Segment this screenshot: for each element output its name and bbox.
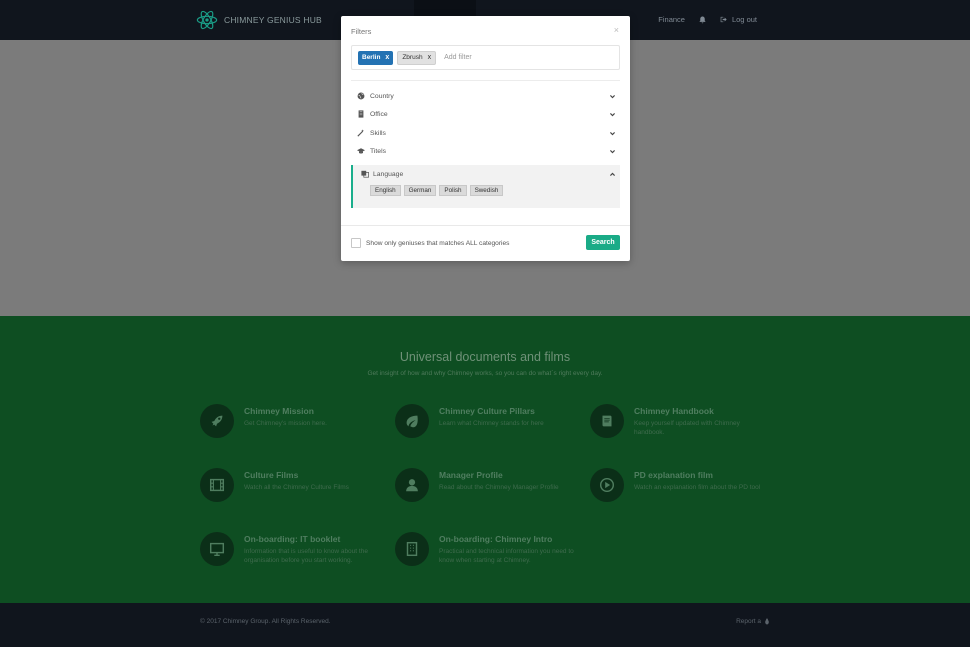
resources-title: Universal documents and films — [399, 350, 571, 364]
match-all-label: Show only geniuses that matches ALL cate… — [366, 239, 510, 247]
category-label: Titels — [370, 147, 386, 155]
modal-title: Filters — [351, 27, 372, 36]
card-desc: Watch an explanation film about the PD t… — [634, 484, 761, 491]
filter-category-country[interactable]: Country — [357, 90, 616, 102]
logout-icon — [720, 16, 727, 23]
remove-tag-icon[interactable]: x — [385, 54, 389, 61]
card-desc: Practical and technical information you … — [439, 548, 574, 564]
filter-category-office[interactable]: Office — [357, 108, 616, 120]
language-icon — [361, 170, 369, 178]
brand-name: CHIMNEY GENIUS HUB — [224, 15, 322, 25]
report-bug-link[interactable]: Report a — [736, 618, 770, 625]
card-title: Chimney Handbook — [634, 406, 714, 416]
monitor-icon — [200, 532, 234, 566]
chevron-down-icon — [610, 149, 615, 153]
tag-label: Berlin — [362, 54, 381, 61]
language-option-german[interactable]: German — [403, 185, 437, 196]
divider — [351, 80, 620, 81]
filter-tag-zbrush[interactable]: Zbrush x — [397, 50, 437, 65]
filter-tag-berlin[interactable]: Berlin x — [358, 50, 394, 65]
resources-subtitle: Get insight of how and why Chimney works… — [367, 370, 603, 377]
card-desc: Get Chimney's mission here. — [244, 420, 327, 427]
building-icon — [357, 110, 365, 118]
add-filter-placeholder[interactable]: Add filter — [444, 54, 472, 61]
report-label: Report a — [736, 618, 761, 625]
filter-category-titels[interactable]: Titels — [357, 145, 616, 157]
language-options: English German Polish Swedish — [370, 185, 504, 196]
copyright: © 2017 Chimney Group. All Rights Reserve… — [200, 618, 331, 625]
chevron-down-icon — [610, 94, 615, 98]
rocket-icon — [200, 404, 234, 438]
divider — [341, 225, 630, 226]
language-option-english[interactable]: English — [370, 185, 401, 196]
logout-label: Log out — [731, 15, 757, 24]
play-icon — [590, 468, 624, 502]
leaf-icon — [395, 404, 429, 438]
card-desc: Learn what Chimney stands for here — [439, 420, 544, 427]
category-label: Skills — [370, 129, 386, 137]
chevron-down-icon — [610, 112, 615, 116]
resource-card-mission[interactable]: Chimney Mission Get Chimney's mission he… — [200, 404, 379, 438]
atom-logo-icon — [196, 10, 218, 30]
footer: © 2017 Chimney Group. All Rights Reserve… — [0, 603, 970, 647]
language-header[interactable]: Language — [361, 170, 616, 178]
chevron-down-icon — [610, 131, 615, 135]
resource-card-chimney-intro[interactable]: On-boarding: Chimney Intro Practical and… — [395, 532, 574, 566]
logout-link[interactable]: Log out — [720, 15, 757, 24]
user-icon — [395, 468, 429, 502]
nav-finance-link[interactable]: Finance — [658, 15, 685, 24]
graduation-cap-icon — [357, 147, 365, 155]
building-icon — [395, 532, 429, 566]
resources-section: Universal documents and films Get insigh… — [0, 316, 970, 603]
match-all-checkbox[interactable] — [351, 238, 361, 248]
card-title: PD explanation film — [634, 470, 713, 480]
resource-card-handbook[interactable]: Chimney Handbook Keep yourself updated w… — [590, 404, 769, 438]
language-option-swedish[interactable]: Swedish — [469, 185, 504, 196]
card-desc: Information that is useful to know about… — [244, 548, 368, 564]
language-option-polish[interactable]: Polish — [439, 185, 467, 196]
category-label: Country — [370, 92, 394, 100]
card-desc: Keep yourself updated with Chimney handb… — [634, 420, 740, 436]
book-icon — [590, 404, 624, 438]
category-label: Language — [373, 170, 404, 178]
match-all-checkbox-row[interactable]: Show only geniuses that matches ALL cate… — [351, 238, 509, 248]
notifications-bell-icon[interactable] — [699, 16, 706, 24]
close-icon[interactable]: × — [614, 25, 619, 35]
card-desc: Watch all the Chimney Culture Films — [244, 484, 349, 491]
filter-category-language-expanded: Language English German Polish Swedish — [351, 165, 620, 208]
filter-tag-input[interactable]: Berlin x Zbrush x Add filter — [351, 45, 620, 70]
brand[interactable]: CHIMNEY GENIUS HUB — [196, 8, 322, 32]
resource-card-culture-films[interactable]: Culture Films Watch all the Chimney Cult… — [200, 468, 379, 502]
remove-tag-icon[interactable]: x — [428, 54, 432, 61]
resource-card-culture-pillars[interactable]: Chimney Culture Pillars Learn what Chimn… — [395, 404, 574, 438]
category-label: Office — [370, 110, 388, 118]
card-title: Manager Profile — [439, 470, 503, 480]
filter-category-skills[interactable]: Skills — [357, 127, 616, 139]
tag-label: Zbrush — [402, 54, 423, 61]
card-title: On-boarding: IT booklet — [244, 534, 341, 544]
chevron-up-icon — [610, 172, 615, 176]
card-title: Chimney Mission — [244, 406, 314, 416]
film-icon — [200, 468, 234, 502]
globe-icon — [357, 92, 365, 100]
card-title: Chimney Culture Pillars — [439, 406, 535, 416]
card-title: Culture Films — [244, 470, 299, 480]
bug-icon — [765, 618, 769, 625]
search-button[interactable]: Search — [586, 235, 620, 250]
card-title: On-boarding: Chimney Intro — [439, 534, 553, 544]
filters-modal: Filters × Berlin x Zbrush x Add filter C… — [341, 16, 630, 261]
resource-card-pd-film[interactable]: PD explanation film Watch an explanation… — [590, 468, 769, 502]
resource-card-it-booklet[interactable]: On-boarding: IT booklet Information that… — [200, 532, 379, 566]
magic-wand-icon — [357, 129, 365, 137]
resource-card-manager-profile[interactable]: Manager Profile Read about the Chimney M… — [395, 468, 574, 502]
card-desc: Read about the Chimney Manager Profile — [439, 484, 559, 491]
